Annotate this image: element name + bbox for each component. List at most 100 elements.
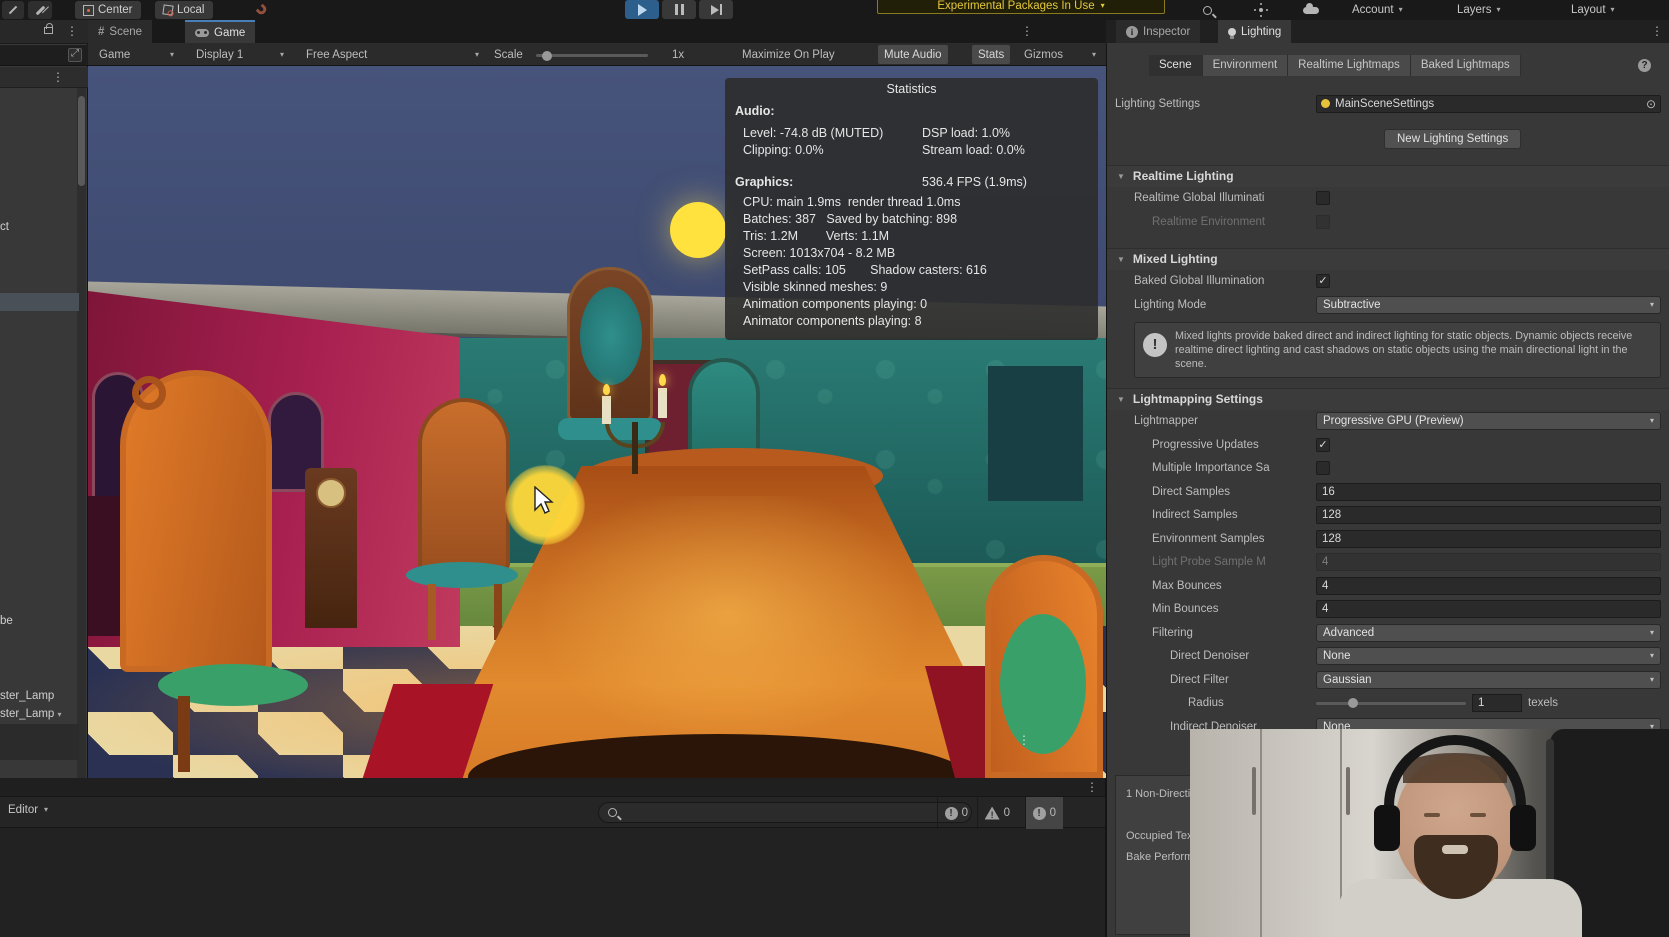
hierarchy-scrollbar[interactable] xyxy=(77,88,86,778)
dropdown-arrow-icon: ▾ xyxy=(1092,51,1096,59)
scale-slider-thumb[interactable] xyxy=(542,51,552,61)
hierarchy-item[interactable]: be xyxy=(0,612,79,630)
mixed-lighting-info-box: ! Mixed lights provide baked direct and … xyxy=(1134,322,1661,378)
mouse-cursor xyxy=(534,486,556,516)
multiple-importance-checkbox[interactable] xyxy=(1316,461,1330,475)
progressive-updates-label: Progressive Updates xyxy=(1107,439,1316,451)
lighting-tab-environment[interactable]: Environment xyxy=(1203,55,1289,76)
tab-scene[interactable]: # Scene xyxy=(88,20,152,43)
lighting-tab-scene[interactable]: Scene xyxy=(1149,55,1203,76)
direct-samples-field[interactable]: 16 xyxy=(1316,483,1661,501)
aspect-ratio-dropdown[interactable]: Free Aspect▾ xyxy=(300,45,485,64)
cloud-collab-icon[interactable] xyxy=(1294,1,1328,19)
console-error-badge[interactable]: ! 0 xyxy=(1025,797,1063,829)
display-target-dropdown[interactable]: Display 1▾ xyxy=(190,45,290,64)
mute-audio-toggle[interactable]: Mute Audio xyxy=(878,45,948,64)
lock-icon[interactable] xyxy=(44,27,53,34)
experimental-packages-dropdown[interactable]: Experimental Packages In Use ▾ xyxy=(877,0,1165,14)
custom-tool-icon[interactable] xyxy=(28,1,52,19)
pause-button[interactable] xyxy=(662,0,696,19)
lighting-tab-baked-lightmaps[interactable]: Baked Lightmaps xyxy=(1411,55,1521,76)
transform-tool-icon[interactable] xyxy=(2,1,24,19)
hierarchy-item[interactable] xyxy=(0,742,79,760)
tab-lighting[interactable]: Lighting xyxy=(1218,20,1291,43)
scene-moon xyxy=(670,202,726,258)
scale-value: 1x xyxy=(666,45,690,64)
hierarchy-item-lamp[interactable]: ster_Lamp ▾ xyxy=(0,705,79,723)
stats-toggle[interactable]: Stats xyxy=(972,45,1010,64)
dropdown-arrow-icon: ▾ xyxy=(1650,676,1654,684)
direct-filter-dropdown[interactable]: Gaussian▾ xyxy=(1316,671,1661,689)
inspector-info-icon: i xyxy=(1126,26,1138,38)
foldout-arrow-icon[interactable]: ▾ xyxy=(58,710,62,719)
hierarchy-item-selected[interactable] xyxy=(0,293,79,311)
object-picker-icon[interactable]: ⊙ xyxy=(1646,97,1656,111)
hierarchy-item[interactable] xyxy=(0,724,79,742)
play-button[interactable] xyxy=(625,0,659,19)
inspector-tabbar: i Inspector Lighting ⋮ xyxy=(1106,20,1669,43)
editor-target-dropdown[interactable]: Editor ▾ xyxy=(8,804,48,816)
snap-magnet-icon[interactable] xyxy=(248,1,276,19)
kebab-menu-icon[interactable]: ⋮ xyxy=(1021,25,1033,37)
error-circle-icon: ! xyxy=(1033,807,1046,820)
hierarchy-item[interactable]: ct xyxy=(0,218,79,236)
kebab-menu-icon[interactable]: ⋮ xyxy=(1086,781,1098,793)
environment-samples-field[interactable]: 128 xyxy=(1316,530,1661,548)
help-icon[interactable]: ? xyxy=(1638,59,1651,72)
console-warning-badge[interactable]: ! 0 xyxy=(977,797,1017,829)
gizmos-dropdown[interactable]: Gizmos▾ xyxy=(1018,45,1102,64)
realtime-gi-checkbox[interactable] xyxy=(1316,191,1330,205)
lighting-settings-object-field[interactable]: MainSceneSettings ⊙ xyxy=(1316,95,1661,113)
activity-indicator-icon[interactable] xyxy=(1246,1,1276,19)
console-info-badge[interactable]: ! 0 xyxy=(937,797,975,829)
baked-gi-label: Baked Global Illumination xyxy=(1107,275,1316,287)
account-dropdown[interactable]: Account ▾ xyxy=(1352,0,1403,20)
scrollbar-thumb[interactable] xyxy=(78,96,85,186)
console-search-input[interactable] xyxy=(625,804,955,821)
scene-candle xyxy=(602,396,611,424)
kebab-menu-icon[interactable]: ⋮ xyxy=(66,25,78,37)
radius-field[interactable]: 1 xyxy=(1472,694,1522,712)
step-button[interactable] xyxy=(699,0,733,19)
direct-denoiser-dropdown[interactable]: None▾ xyxy=(1316,647,1661,665)
tab-inspector[interactable]: i Inspector xyxy=(1116,20,1200,43)
webcam-headphone-earcup xyxy=(1374,805,1400,851)
pivot-center-button[interactable]: Center xyxy=(75,1,141,19)
light-probe-sample-field[interactable]: 4 xyxy=(1316,553,1661,571)
console-search-box[interactable] xyxy=(598,802,972,823)
filtering-dropdown[interactable]: Advanced▾ xyxy=(1316,624,1661,642)
hierarchy-search-field[interactable] xyxy=(0,45,88,66)
section-lightmapping-settings[interactable]: ▼ Lightmapping Settings xyxy=(1107,388,1669,410)
tab-game[interactable]: Game xyxy=(185,20,255,43)
audio-clipping: Clipping: 0.0% xyxy=(743,143,824,157)
min-bounces-field[interactable]: 4 xyxy=(1316,600,1661,618)
kebab-menu-icon[interactable]: ⋮ xyxy=(52,71,64,83)
hierarchy-panel-strip: ⋮ ⋮ ct be ster_Lamp ster_Lamp ▾ xyxy=(0,20,88,778)
indirect-samples-field[interactable]: 128 xyxy=(1316,506,1661,524)
max-bounces-field[interactable]: 4 xyxy=(1316,577,1661,595)
scene-chair-rightnear-cushion xyxy=(1000,614,1086,754)
game-display-mode-dropdown[interactable]: Game▾ xyxy=(93,45,180,64)
realtime-environment-checkbox[interactable] xyxy=(1316,215,1330,229)
kebab-menu-icon[interactable]: ⋮ xyxy=(1651,25,1663,37)
search-icon[interactable] xyxy=(1192,1,1222,19)
maximize-on-play-toggle[interactable]: Maximize On Play xyxy=(736,45,841,64)
maximize-icon[interactable] xyxy=(68,48,82,62)
section-mixed-lighting[interactable]: ▼ Mixed Lighting xyxy=(1107,248,1669,270)
lighting-mode-dropdown[interactable]: Subtractive▾ xyxy=(1316,296,1661,314)
kebab-menu-icon[interactable]: ⋮ xyxy=(1018,734,1030,746)
lightmapper-dropdown[interactable]: Progressive GPU (Preview)▾ xyxy=(1316,412,1661,430)
lighting-mode-label: Lighting Mode xyxy=(1107,299,1316,311)
layers-dropdown[interactable]: Layers ▾ xyxy=(1457,0,1501,20)
layout-dropdown[interactable]: Layout ▾ xyxy=(1571,0,1615,20)
new-lighting-settings-button[interactable]: New Lighting Settings xyxy=(1384,129,1521,149)
radius-slider-thumb[interactable] xyxy=(1348,698,1358,708)
progressive-updates-checkbox[interactable]: ✓ xyxy=(1316,438,1330,452)
lighting-tab-realtime-lightmaps[interactable]: Realtime Lightmaps xyxy=(1288,55,1411,76)
baked-gi-checkbox[interactable]: ✓ xyxy=(1316,274,1330,288)
radius-slider[interactable] xyxy=(1316,702,1466,705)
scale-slider[interactable] xyxy=(536,54,648,57)
section-realtime-lighting[interactable]: ▼ Realtime Lighting xyxy=(1107,165,1669,187)
hierarchy-item-lamp[interactable]: ster_Lamp xyxy=(0,687,79,705)
rotation-local-button[interactable]: Local xyxy=(155,1,213,19)
